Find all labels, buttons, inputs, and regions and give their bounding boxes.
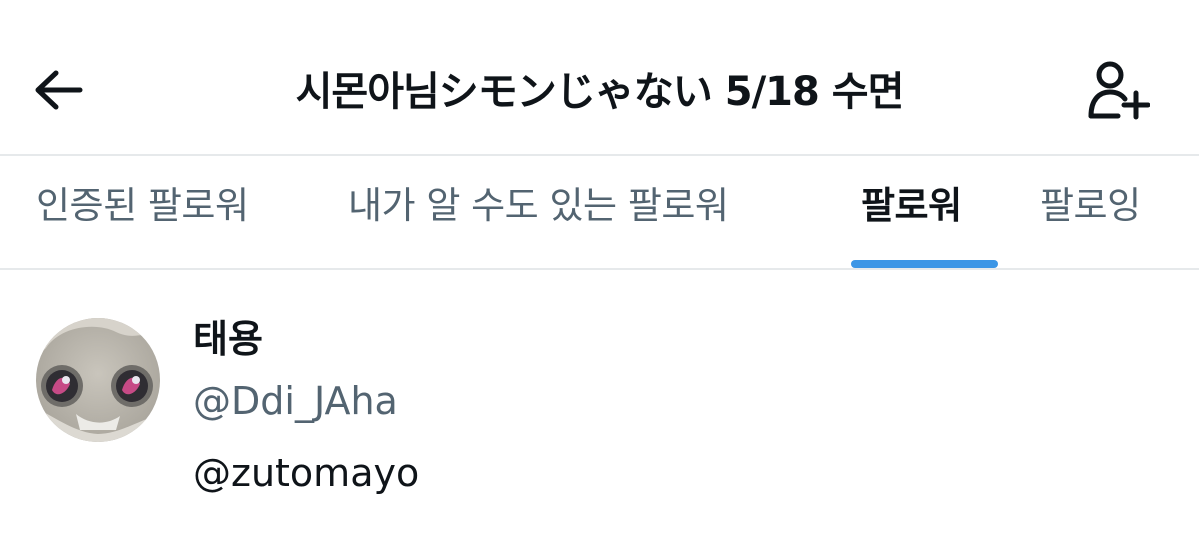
- display-name: 태용: [193, 317, 263, 361]
- top-bar: 시몬아님シモンじゃない 5/18 수면: [0, 0, 1199, 155]
- tab-verified-followers[interactable]: 인증된 팔로워: [36, 156, 249, 256]
- tab-followers[interactable]: 팔로워: [861, 156, 962, 256]
- tab-bar: 인증된 팔로워 내가 알 수도 있는 팔로워 팔로워 팔로잉: [0, 156, 1199, 268]
- back-button[interactable]: [28, 62, 88, 118]
- user-handle: @Ddi_JAha: [193, 379, 398, 423]
- arrow-left-icon: [35, 70, 83, 110]
- user-bio-mention[interactable]: @zutomayo: [193, 448, 419, 498]
- user-list-item[interactable]: 태용 @Ddi_JAha @zutomayo: [0, 270, 1199, 538]
- active-tab-indicator: [851, 260, 998, 268]
- avatar[interactable]: [36, 318, 160, 442]
- page-title: 시몬아님シモンじゃない 5/18 수면: [295, 69, 905, 115]
- person-add-icon: [1088, 61, 1150, 120]
- follow-button[interactable]: [1080, 58, 1156, 122]
- tab-followers-you-know[interactable]: 내가 알 수도 있는 팔로워: [348, 156, 729, 256]
- tab-following[interactable]: 팔로잉: [1040, 156, 1141, 256]
